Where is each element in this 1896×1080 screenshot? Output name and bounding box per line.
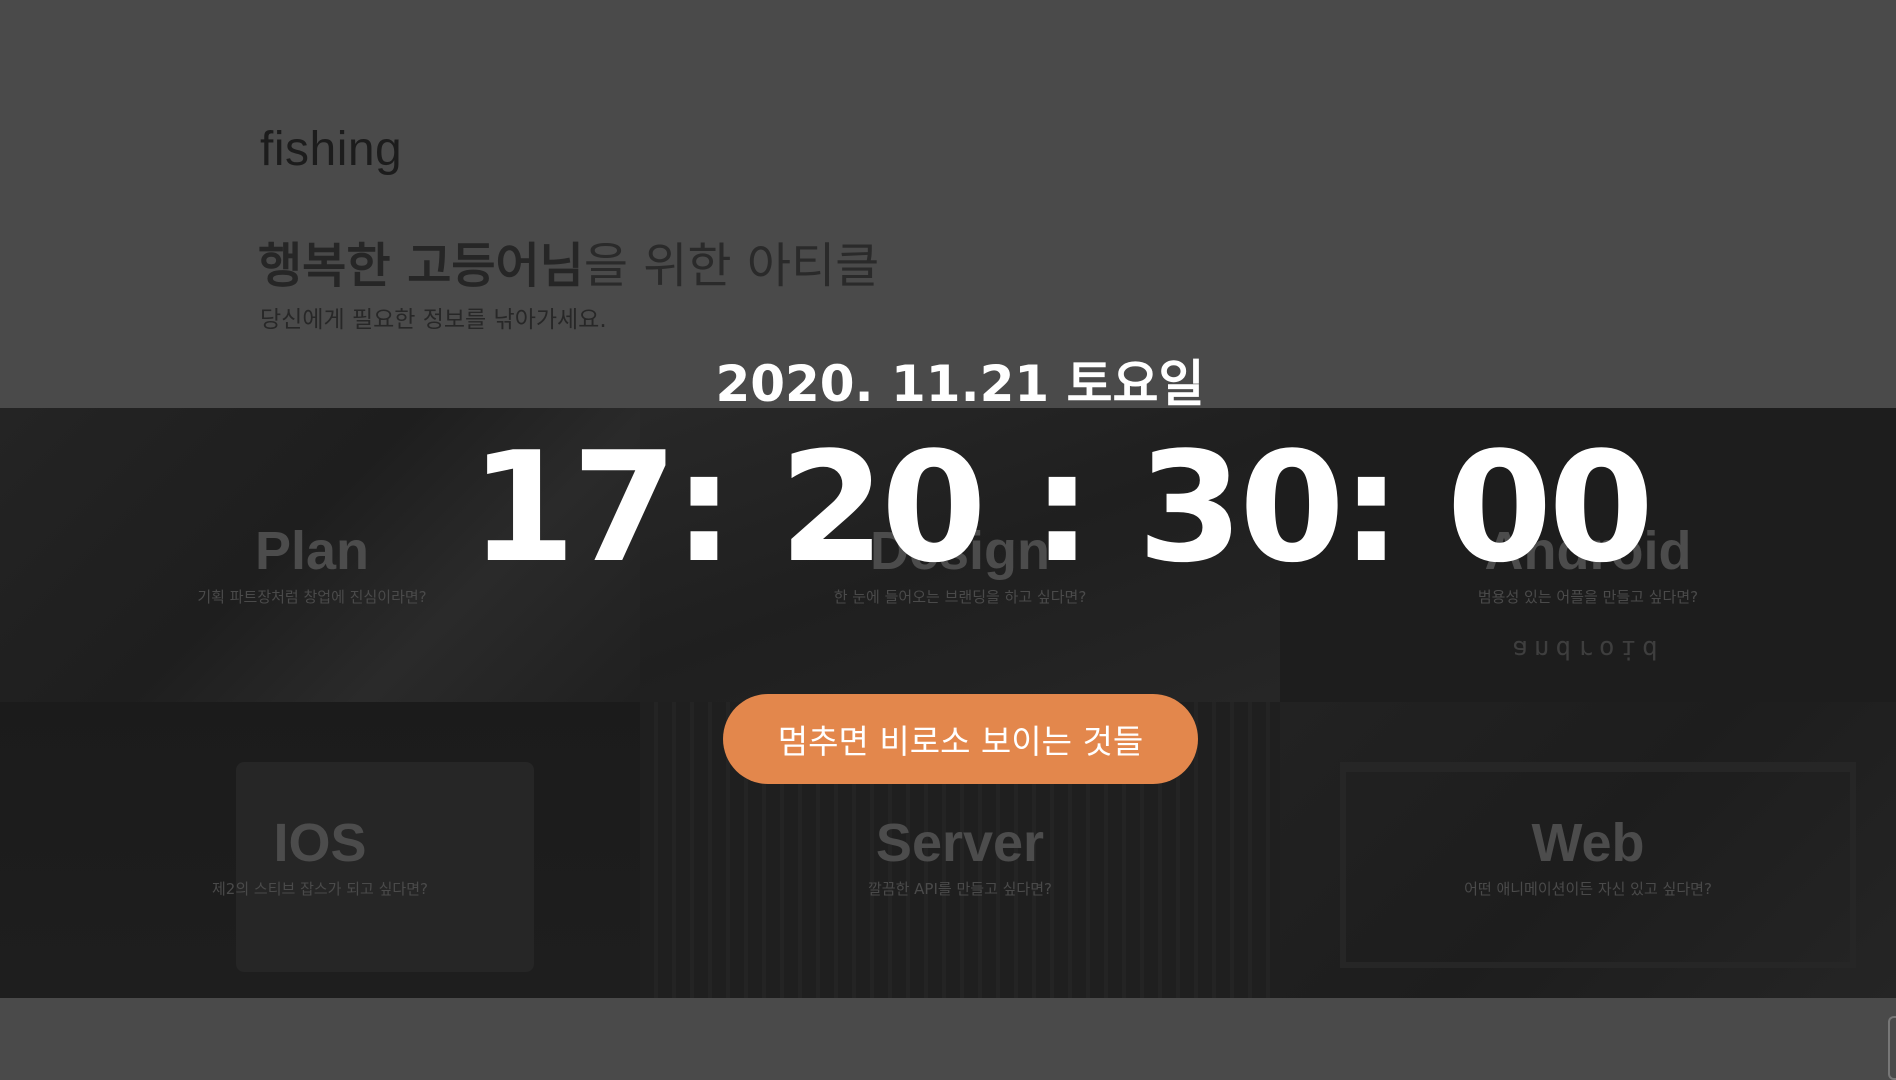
logo[interactable]: fishing — [260, 122, 402, 177]
category-desc: 깔끔한 API를 만들고 싶다면? — [868, 880, 1052, 898]
category-tile-ios[interactable]: IOS 제2의 스티브 잡스가 되고 싶다면? — [0, 702, 640, 998]
category-desc: 제2의 스티브 잡스가 되고 싶다면? — [212, 880, 428, 898]
page-subline: 당신에게 필요한 정보를 낚아가세요. — [260, 307, 607, 333]
category-desc: 어떤 애니메이션이든 자신 있고 싶다면? — [1464, 880, 1712, 898]
android-logo-icon: android — [1512, 634, 1664, 664]
category-title: Web — [1531, 813, 1645, 873]
headline-rest: 을 위한 아티클 — [583, 238, 880, 294]
headline-bold: 행복한 고등어님 — [258, 238, 584, 294]
overlay-date: 2020. 11.21 토요일 — [715, 355, 1205, 413]
category-title: IOS — [273, 813, 367, 873]
stop-button[interactable]: 멈추면 비로소 보이는 것들 — [723, 694, 1198, 784]
page-headline: 행복한 고등어님을 위한 아티클 — [258, 226, 879, 296]
scroll-handle[interactable] — [1888, 1016, 1896, 1080]
category-tile-web[interactable]: Web 어떤 애니메이션이든 자신 있고 싶다면? — [1280, 702, 1896, 998]
overlay-clock: 17: 20 : 30: 00 — [470, 419, 1654, 596]
category-title: Server — [875, 813, 1045, 873]
